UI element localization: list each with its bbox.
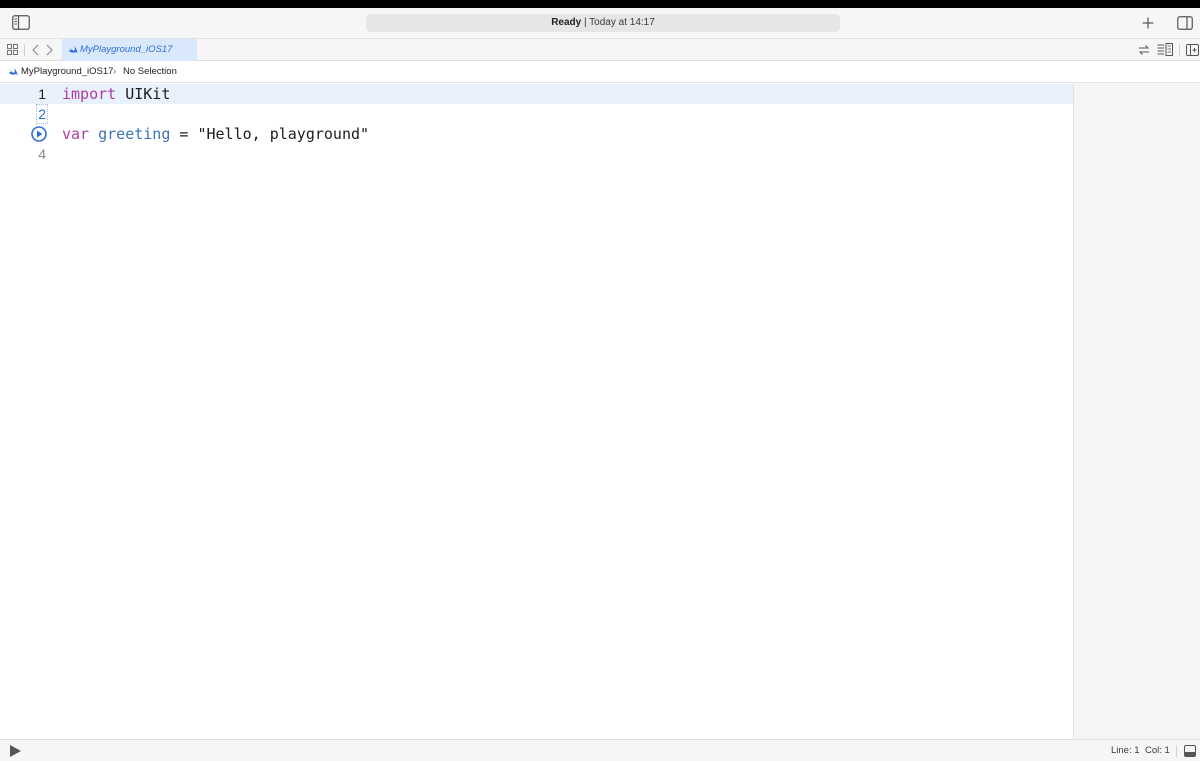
debug-area-icon[interactable]: [1184, 745, 1196, 757]
jumpbar-separator: ›: [113, 66, 117, 77]
split-editor-icon[interactable]: [1186, 44, 1199, 56]
tab-bar: MyPlayground_iOS17: [0, 39, 1200, 61]
line-number: 4: [38, 146, 46, 162]
run-range-marker: [36, 104, 48, 124]
line-code: import UIKit: [62, 84, 170, 104]
line-code: var greeting = "Hello, playground": [62, 124, 369, 144]
editor-options-icon[interactable]: [1157, 43, 1173, 56]
code-line-3[interactable]: var greeting = "Hello, playground": [0, 124, 1073, 144]
inspector-icon[interactable]: [1177, 16, 1193, 30]
line-number: 1: [38, 86, 46, 102]
tab-label: MyPlayground_iOS17: [80, 44, 173, 55]
results-sidebar: [1073, 83, 1200, 739]
bottombar-divider: [1176, 745, 1177, 757]
cursor-line: Line: 1: [1111, 745, 1140, 756]
identifier-token: greeting: [89, 125, 171, 143]
window-top-edge: [0, 0, 1200, 8]
run-playground-icon[interactable]: [9, 744, 22, 758]
source-editor[interactable]: 1 import UIKit 2 var greeting = "Hello, …: [0, 83, 1073, 739]
sidebar-icon[interactable]: [12, 15, 30, 30]
jumpbar-selection[interactable]: No Selection: [123, 61, 177, 83]
code-line-2[interactable]: 2: [0, 104, 1073, 124]
swift-icon: [69, 46, 78, 54]
tab-myplayground[interactable]: MyPlayground_iOS17: [62, 39, 197, 61]
jumpbar-file[interactable]: MyPlayground_iOS17: [21, 61, 113, 83]
debug-bar: Line: 1 Col: 1: [0, 739, 1200, 761]
forward-icon[interactable]: [46, 44, 53, 56]
cursor-col: Col: 1: [1145, 745, 1170, 756]
swift-icon: [9, 68, 18, 76]
grid-icon[interactable]: [7, 44, 18, 55]
tabbar-divider: [24, 44, 25, 56]
keyword-token: var: [62, 125, 90, 143]
status-state: Ready: [551, 17, 582, 28]
tabbar-divider-right: [1179, 44, 1180, 56]
code-line-1[interactable]: 1 import UIKit: [0, 84, 1073, 104]
swap-icon[interactable]: [1138, 44, 1150, 56]
text-token: = "Hello, playground": [170, 125, 370, 143]
jump-bar: MyPlayground_iOS17 › No Selection: [0, 61, 1200, 83]
run-line-icon[interactable]: [31, 126, 47, 142]
toolbar: Ready | Today at 14:17: [0, 8, 1200, 39]
keyword-token: import: [62, 85, 117, 103]
text-token: UIKit: [116, 85, 171, 103]
activity-status: Ready | Today at 14:17: [366, 14, 840, 32]
add-icon[interactable]: [1142, 17, 1154, 29]
back-icon[interactable]: [32, 44, 39, 56]
status-time: | Today at 14:17: [581, 17, 655, 28]
code-line-4[interactable]: 4: [0, 144, 1073, 164]
